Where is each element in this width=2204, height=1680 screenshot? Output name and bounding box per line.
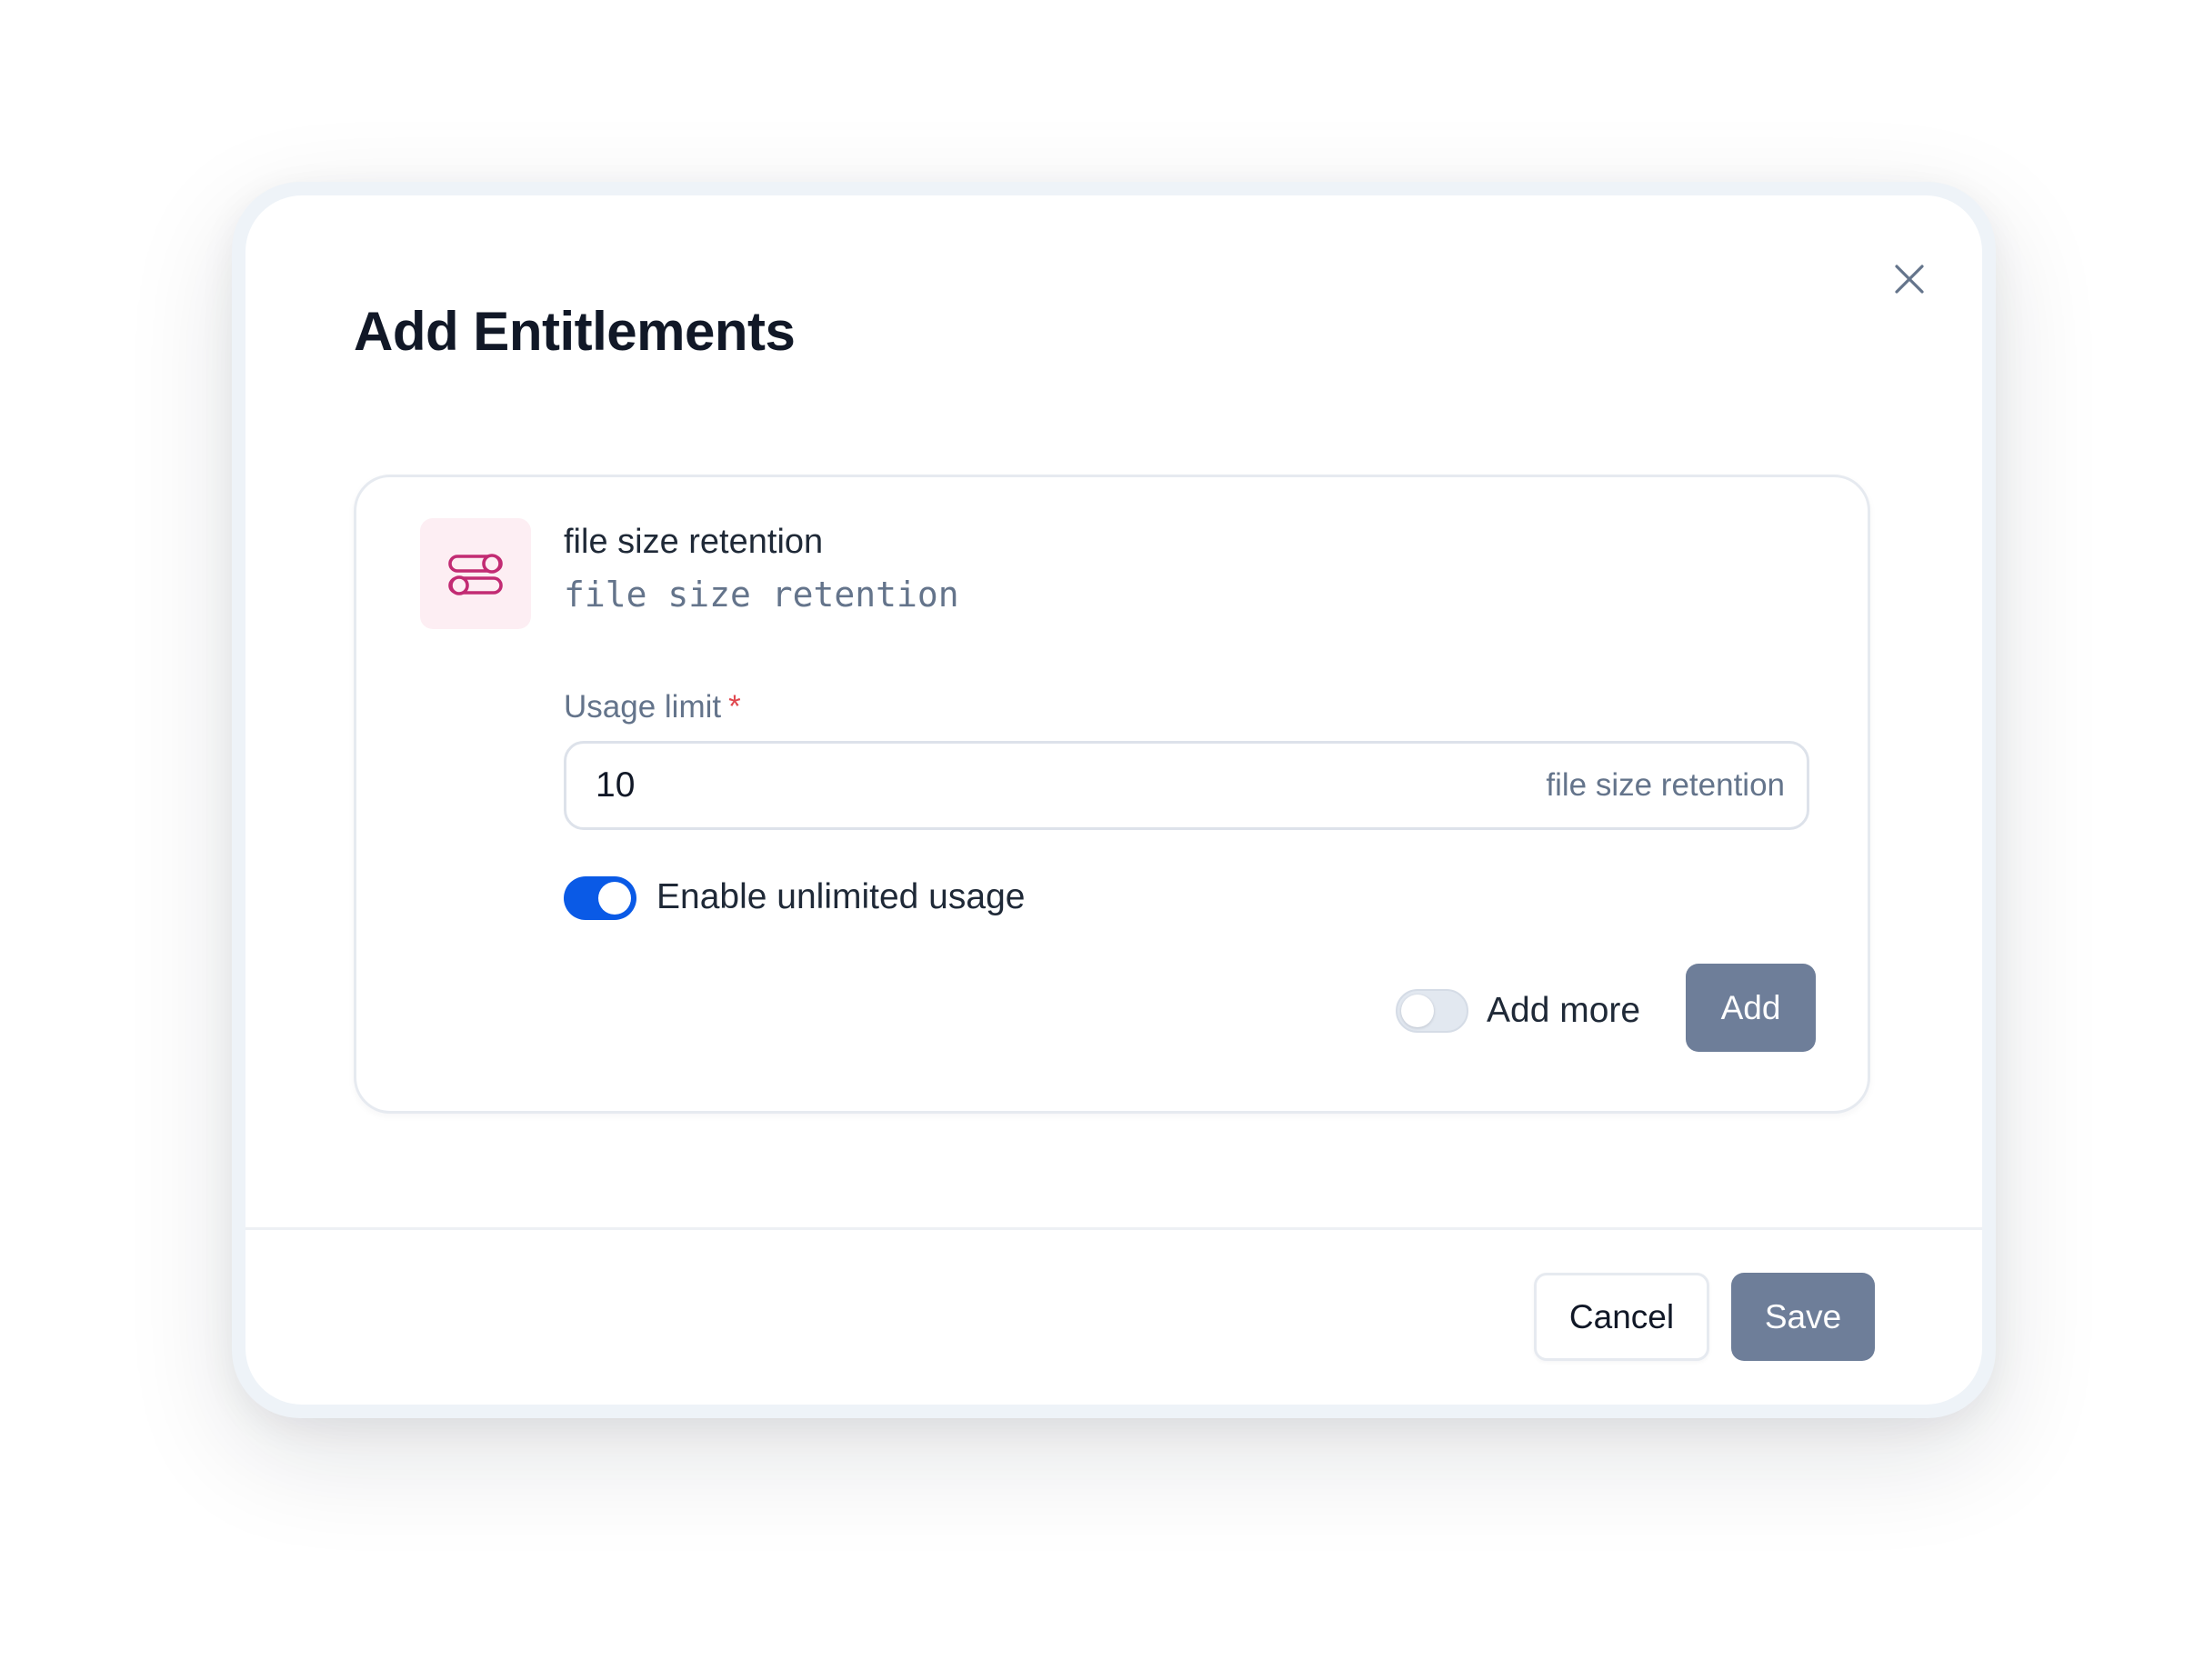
unlimited-usage-label: Enable unlimited usage [656, 877, 1026, 916]
add-more-toggle[interactable] [1396, 989, 1468, 1033]
toggle-knob [598, 882, 631, 915]
add-more-label: Add more [1487, 991, 1641, 1030]
usage-limit-label: Usage limit * [564, 689, 741, 725]
add-button[interactable]: Add [1686, 964, 1816, 1052]
close-icon [1895, 265, 1924, 294]
toggle-knob [1401, 995, 1434, 1027]
cancel-button[interactable]: Cancel [1534, 1273, 1709, 1361]
entitlement-card: file size retention file size retention … [354, 475, 1870, 1114]
usage-limit-unit-suffix: file size retention [1546, 767, 1785, 803]
required-marker: * [728, 689, 741, 725]
feature-id: file size retention [564, 575, 959, 615]
usage-limit-field[interactable]: file size retention [564, 741, 1809, 830]
usage-limit-label-text: Usage limit [564, 689, 722, 725]
dialog-title: Add Entitlements [354, 301, 796, 362]
save-button[interactable]: Save [1731, 1273, 1875, 1361]
usage-limit-input[interactable] [596, 765, 1547, 805]
unlimited-usage-toggle[interactable] [564, 876, 636, 920]
footer-divider [245, 1227, 1982, 1230]
add-entitlements-dialog: Add Entitlements file size retention fil… [245, 195, 1982, 1405]
feature-name: file size retention [564, 523, 824, 561]
feature-icon-badge [420, 518, 531, 629]
toggles-icon [448, 554, 503, 595]
close-button[interactable] [1880, 250, 1939, 308]
